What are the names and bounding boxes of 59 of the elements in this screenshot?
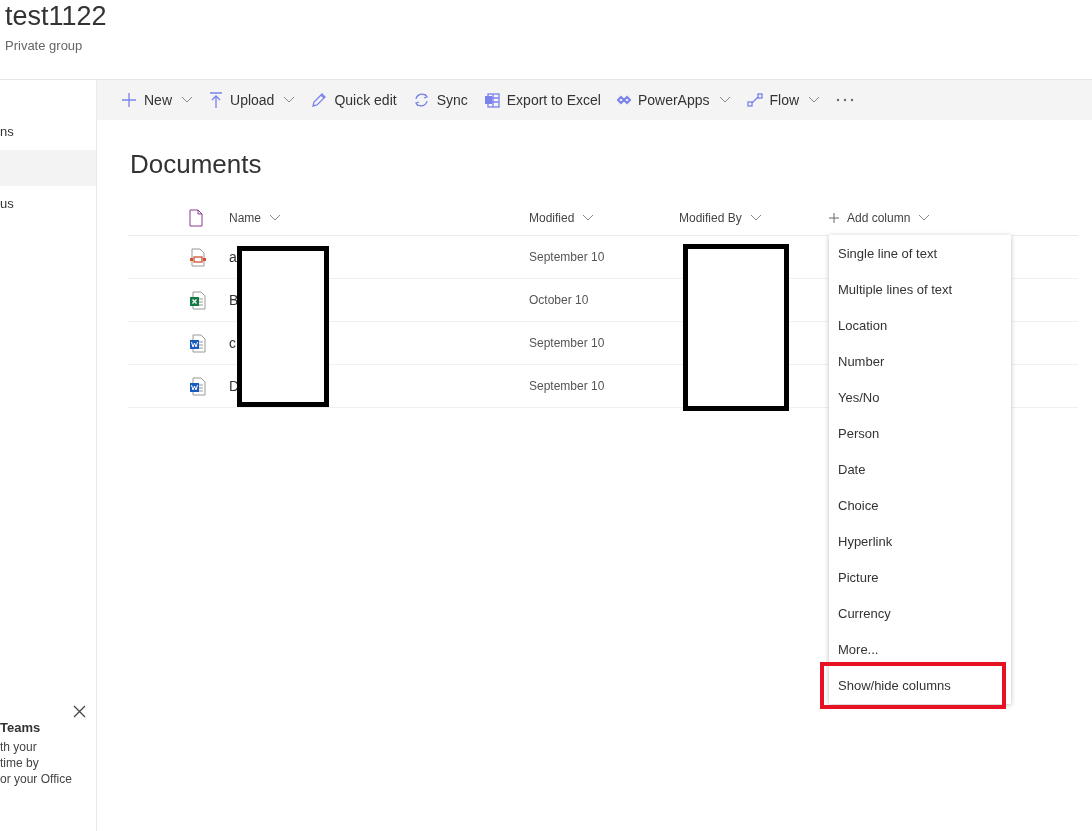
- add-column-button[interactable]: Add column: [829, 211, 931, 225]
- menu-item[interactable]: Number: [829, 344, 1011, 380]
- column-header[interactable]: Modified: [529, 211, 595, 225]
- menu-item[interactable]: Picture: [829, 560, 1011, 596]
- pencil-icon: [311, 92, 328, 108]
- upload-icon: [209, 92, 223, 108]
- toolbar-button[interactable]: New: [119, 80, 201, 120]
- word-document-icon: [189, 333, 207, 353]
- file-name[interactable]: c: [229, 335, 236, 351]
- card-title: Teams: [0, 720, 41, 735]
- nav-item[interactable]: us: [0, 186, 96, 222]
- page-title: Documents: [130, 150, 262, 178]
- menu-item[interactable]: Show/hide columns: [829, 668, 1011, 704]
- file-icon: [189, 209, 203, 227]
- site-subtitle: Private group: [5, 38, 83, 53]
- sync-icon: [412, 92, 430, 108]
- plus-icon: [121, 92, 137, 108]
- table-cell: September 10: [529, 250, 605, 264]
- chevron-down-icon: [269, 214, 281, 222]
- menu-item[interactable]: Multiple lines of text: [829, 272, 1011, 308]
- toolbar-button[interactable]: PowerApps: [614, 80, 739, 120]
- diamonds-icon: [616, 95, 631, 105]
- more-icon: [836, 98, 855, 102]
- table-cell: October 10: [529, 293, 589, 307]
- column-header[interactable]: Modified By: [679, 211, 762, 225]
- menu-item[interactable]: Currency: [829, 596, 1011, 632]
- menu-item[interactable]: Yes/No: [829, 380, 1011, 416]
- card-text: time by: [0, 755, 39, 771]
- menu-item[interactable]: Person: [829, 416, 1011, 452]
- excel-icon: [483, 92, 500, 108]
- table-cell: September 10: [529, 379, 605, 393]
- menu-item[interactable]: Choice: [829, 488, 1011, 524]
- toolbar-button[interactable]: Export to Excel: [481, 80, 609, 120]
- site-title: test1122: [5, 0, 107, 32]
- plus-icon: [829, 213, 839, 223]
- spreadsheet-icon: [189, 290, 207, 310]
- menu-item[interactable]: Location: [829, 308, 1011, 344]
- chevron-down-icon: [918, 214, 931, 222]
- close-icon[interactable]: [73, 705, 86, 718]
- menu-item[interactable]: Single line of text: [829, 236, 1011, 272]
- nav-item[interactable]: ns: [0, 114, 96, 150]
- toolbar-button[interactable]: Sync: [410, 80, 476, 120]
- flow-icon: [746, 93, 763, 107]
- word-document-icon: [189, 376, 207, 396]
- document-icon: [189, 247, 207, 267]
- file-name[interactable]: a: [229, 249, 237, 265]
- toolbar-button[interactable]: Quick edit: [309, 80, 405, 120]
- toolbar-button[interactable]: Upload: [207, 80, 304, 120]
- menu-item[interactable]: Hyperlink: [829, 524, 1011, 560]
- toolbar-button[interactable]: Flow: [744, 80, 829, 120]
- table-cell: September 10: [529, 336, 605, 350]
- menu-item[interactable]: More...: [829, 632, 1011, 668]
- card-text: or your Office: [0, 771, 72, 787]
- chevron-down-icon: [582, 214, 595, 222]
- chevron-down-icon: [749, 214, 762, 222]
- card-text: th your: [0, 739, 37, 755]
- column-header[interactable]: Name: [229, 211, 281, 225]
- file-name[interactable]: B: [229, 292, 239, 308]
- menu-item[interactable]: Date: [829, 452, 1011, 488]
